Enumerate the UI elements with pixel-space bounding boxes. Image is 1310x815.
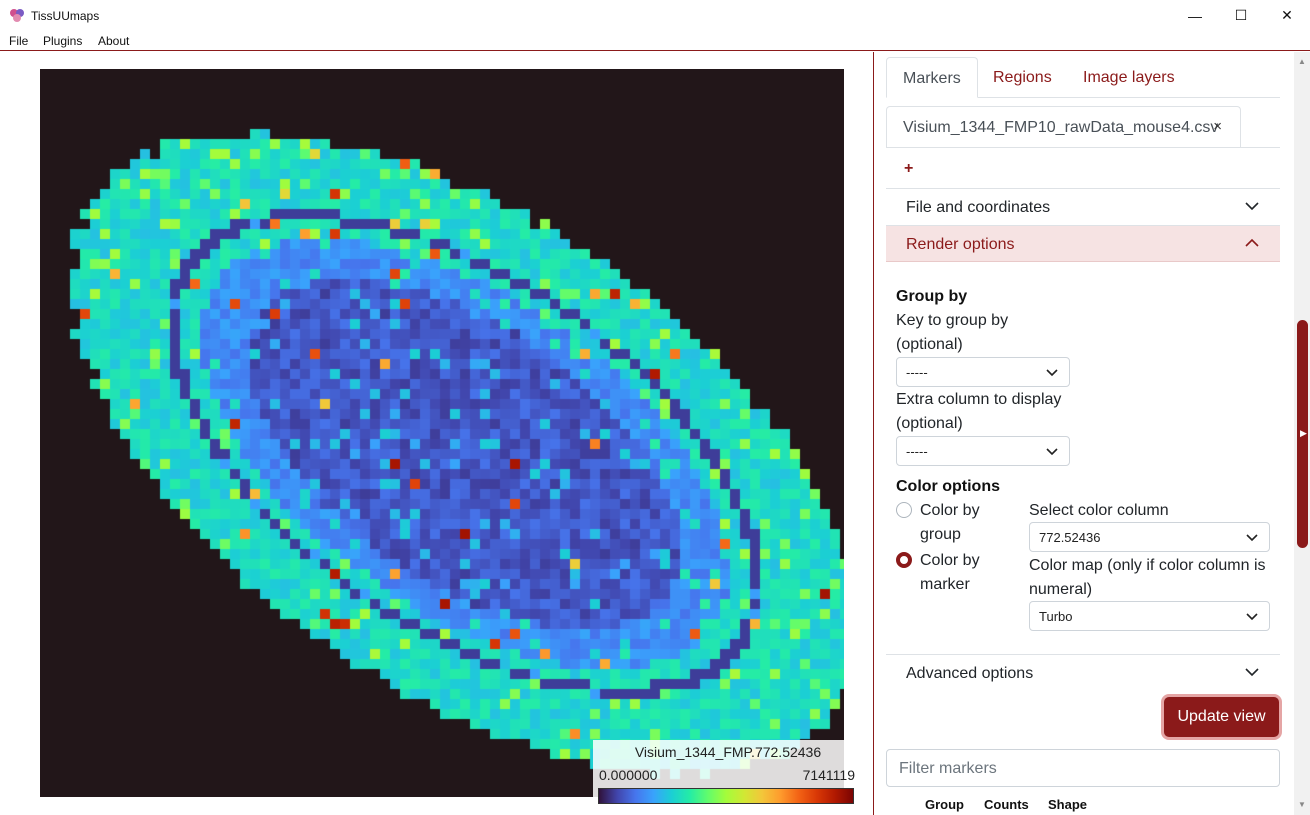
color-by-marker-label-2[interactable]: marker <box>920 573 970 597</box>
side-panel: Markers Regions Image layers Visium_1344… <box>874 52 1294 815</box>
colorbar-max: 7141119 <box>802 767 855 783</box>
accordion-advanced-options[interactable]: Advanced options <box>886 654 1280 691</box>
color-column-select[interactable]: 772.52436 <box>1029 522 1270 552</box>
color-by-group-radio[interactable] <box>896 502 912 518</box>
column-header-group[interactable]: Group <box>925 797 964 812</box>
accordion-label: File and coordinates <box>906 199 1051 216</box>
color-by-group-label[interactable]: Color by <box>920 499 980 523</box>
minimize-icon: — <box>1188 7 1202 24</box>
group-key-select[interactable]: ----- <box>896 357 1070 387</box>
colorbar-gradient <box>598 788 854 804</box>
title-bar: TissUUmaps — ☐ ✕ <box>0 0 1310 31</box>
tissue-heatmap[interactable] <box>40 69 844 797</box>
color-by-marker-radio[interactable] <box>896 552 912 568</box>
add-file-button[interactable]: + <box>904 160 913 178</box>
chevron-down-icon <box>1245 668 1259 677</box>
chevron-down-icon <box>1046 448 1058 456</box>
key-group-optional: (optional) <box>896 336 963 353</box>
close-file-icon[interactable]: × <box>1213 118 1222 135</box>
window-title: TissUUmaps <box>31 9 100 23</box>
column-header-counts[interactable]: Counts <box>984 797 1029 812</box>
extra-column-optional: (optional) <box>896 415 963 432</box>
menu-file[interactable]: File <box>9 34 28 48</box>
accordion-file-coordinates[interactable]: File and coordinates <box>886 188 1280 225</box>
filter-markers-input[interactable]: Filter markers <box>886 749 1280 787</box>
chevron-down-icon <box>1245 202 1259 211</box>
extra-column-label: Extra column to display <box>896 391 1062 408</box>
group-by-heading: Group by <box>896 288 968 305</box>
tab-image-layers[interactable]: Image layers <box>1067 57 1191 98</box>
color-map-label-2: numeral) <box>1029 581 1093 598</box>
column-header-shape[interactable]: Shape <box>1048 797 1087 812</box>
file-tab[interactable]: Visium_1344_FMP10_rawData_mouse4.csv × <box>886 106 1241 148</box>
menu-bar: File Plugins About <box>0 31 1310 51</box>
menu-about[interactable]: About <box>98 34 129 48</box>
color-map-select[interactable]: Turbo <box>1029 601 1270 631</box>
tab-markers[interactable]: Markers <box>886 57 978 98</box>
select-value: 772.52436 <box>1039 530 1101 545</box>
color-options-heading: Color options <box>896 478 1000 495</box>
chevron-down-icon <box>1246 613 1258 621</box>
collapse-panel-icon[interactable]: ▶ <box>1300 428 1307 439</box>
chevron-down-icon <box>1246 534 1258 542</box>
select-value: ----- <box>906 444 928 459</box>
maximize-icon: ☐ <box>1234 7 1248 23</box>
color-by-group-label-2[interactable]: group <box>920 523 961 547</box>
scroll-up-icon[interactable]: ▲ <box>1298 57 1306 66</box>
chevron-down-icon <box>1046 369 1058 377</box>
extra-column-select[interactable]: ----- <box>896 436 1070 466</box>
close-icon: ✕ <box>1281 7 1293 23</box>
colorbar-title: Visium_1344_FMP.772.52436 <box>634 744 822 760</box>
menu-plugins[interactable]: Plugins <box>43 34 82 48</box>
accordion-label: Advanced options <box>906 665 1034 682</box>
colorbar-min: 0.000000 <box>599 767 658 783</box>
minimize-button[interactable]: — <box>1172 0 1218 31</box>
scroll-down-icon[interactable]: ▼ <box>1298 800 1306 809</box>
chevron-up-icon <box>1245 238 1259 247</box>
accordion-label: Render options <box>906 236 1015 253</box>
color-by-marker-label[interactable]: Color by <box>920 549 980 573</box>
select-value: Turbo <box>1039 609 1073 624</box>
filter-placeholder: Filter markers <box>899 760 997 777</box>
color-map-label: Color map (only if color column is <box>1029 557 1266 574</box>
tab-regions[interactable]: Regions <box>977 57 1068 98</box>
divider <box>886 147 1280 148</box>
panel-tabs: Markers Regions Image layers <box>886 57 1280 98</box>
colorbar-legend: Visium_1344_FMP.772.52436 0.000000 71411… <box>593 740 863 810</box>
select-color-column-label: Select color column <box>1029 502 1169 519</box>
maximize-button[interactable]: ☐ <box>1218 0 1264 31</box>
update-view-button[interactable]: Update view <box>1164 697 1279 737</box>
key-group-label: Key to group by <box>896 312 1009 329</box>
close-window-button[interactable]: ✕ <box>1264 0 1310 31</box>
select-value: ----- <box>906 365 928 380</box>
file-tab-label: Visium_1344_FMP10_rawData_mouse4.csv <box>903 119 1219 136</box>
accordion-render-options[interactable]: Render options <box>886 225 1280 262</box>
app-logo-icon <box>10 9 24 22</box>
